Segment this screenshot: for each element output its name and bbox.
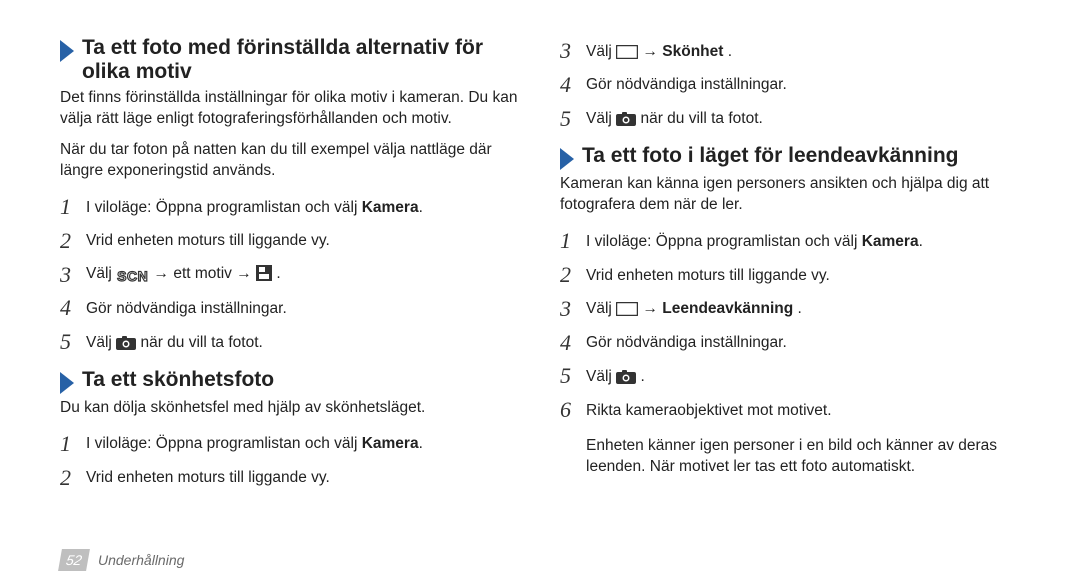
- step-text: Vrid enheten moturs till liggande vy.: [586, 265, 1020, 287]
- save-disk-icon: [256, 265, 272, 281]
- section-2-steps: 1 I viloläge: Öppna programlistan och vä…: [60, 429, 520, 494]
- camera-icon: [616, 370, 636, 384]
- step-number: 1: [560, 226, 586, 257]
- section-3-para-1: Kameran kan känna igen personers ansikte…: [560, 174, 1020, 216]
- chevron-right-icon: [60, 372, 74, 394]
- step-number: 5: [560, 361, 586, 392]
- list-item: 4 Gör nödvändiga inställningar.: [560, 70, 1020, 101]
- step-text: Välj när du vill ta fotot.: [586, 108, 1020, 130]
- step-text: Välj → Leendeavkänning .: [586, 298, 1020, 320]
- left-column: Ta ett foto med förinställda alternativ …: [60, 30, 520, 530]
- section-2-steps-continued: 3 Välj → Skönhet . 4 Gör nödvändiga inst…: [560, 36, 1020, 134]
- section-3-title: Ta ett foto i läget för leendeavkänning: [582, 144, 959, 168]
- list-item: 5 Välj när du vill ta fotot.: [60, 327, 520, 358]
- step-text: Rikta kameraobjektivet mot motivet.: [586, 400, 1020, 422]
- list-item: 4 Gör nödvändiga inställningar.: [60, 293, 520, 324]
- section-1-heading: Ta ett foto med förinställda alternativ …: [60, 36, 520, 84]
- camera-icon: [616, 112, 636, 126]
- list-item: 2 Vrid enheten moturs till liggande vy.: [60, 463, 520, 494]
- step-number: 6: [560, 395, 586, 426]
- mode-box-icon: [616, 302, 638, 316]
- list-item: 3 Välj → Leendeavkänning .: [560, 294, 1020, 325]
- step-number: 3: [560, 294, 586, 325]
- step-text: Välj SCN → ett motiv → .: [86, 263, 520, 287]
- step-text: I viloläge: Öppna programlistan och välj…: [86, 197, 520, 219]
- step-number: 3: [60, 260, 86, 291]
- section-3-heading: Ta ett foto i läget för leendeavkänning: [560, 144, 1020, 170]
- step-number: 1: [60, 192, 86, 223]
- list-item: 1 I viloläge: Öppna programlistan och vä…: [60, 429, 520, 460]
- camera-icon: [116, 336, 136, 350]
- list-item: 4 Gör nödvändiga inställningar.: [560, 328, 1020, 359]
- step-text: Välj → Skönhet .: [586, 41, 1020, 63]
- step-number: 5: [560, 104, 586, 135]
- list-item: 1 I viloläge: Öppna programlistan och vä…: [560, 226, 1020, 257]
- step-text: Vrid enheten moturs till liggande vy.: [86, 230, 520, 252]
- section-3-steps: 1 I viloläge: Öppna programlistan och vä…: [560, 226, 1020, 426]
- section-1-para-2: När du tar foton på natten kan du till e…: [60, 140, 520, 182]
- mode-box-icon: [616, 45, 638, 59]
- step-number: 3: [560, 36, 586, 67]
- step-text: Välj när du vill ta fotot.: [86, 332, 520, 354]
- step-number: 2: [60, 226, 86, 257]
- step-number: 2: [60, 463, 86, 494]
- page-footer: 52 Underhållning: [0, 540, 1080, 580]
- step-number: 4: [60, 293, 86, 324]
- step-number: 2: [560, 260, 586, 291]
- step-text: Gör nödvändiga inställningar.: [586, 74, 1020, 96]
- list-item: 3 Välj → Skönhet .: [560, 36, 1020, 67]
- step-number: 1: [60, 429, 86, 460]
- step-number: 4: [560, 70, 586, 101]
- right-column: 3 Välj → Skönhet . 4 Gör nödvändiga inst…: [560, 30, 1020, 530]
- list-item: 5 Välj .: [560, 361, 1020, 392]
- chevron-right-icon: [560, 148, 574, 170]
- section-2-title: Ta ett skönhetsfoto: [82, 368, 274, 392]
- list-item: 2 Vrid enheten moturs till liggande vy.: [560, 260, 1020, 291]
- scn-mode-icon: SCN: [116, 267, 149, 287]
- step-text: I viloläge: Öppna programlistan och välj…: [86, 433, 520, 455]
- page-content: Ta ett foto med förinställda alternativ …: [0, 0, 1080, 540]
- section-2-heading: Ta ett skönhetsfoto: [60, 368, 520, 394]
- list-item: 1 I viloläge: Öppna programlistan och vä…: [60, 192, 520, 223]
- section-1-steps: 1 I viloläge: Öppna programlistan och vä…: [60, 192, 520, 358]
- list-item: 3 Välj SCN → ett motiv → .: [60, 260, 520, 291]
- step-number: 5: [60, 327, 86, 358]
- step-text: Gör nödvändiga inställningar.: [86, 298, 520, 320]
- section-2-para-1: Du kan dölja skönhetsfel med hjälp av sk…: [60, 398, 520, 419]
- step-text: Välj .: [586, 366, 1020, 388]
- list-item: 2 Vrid enheten moturs till liggande vy.: [60, 226, 520, 257]
- section-3-para-2: Enheten känner igen personer i en bild o…: [586, 436, 1020, 478]
- step-number: 4: [560, 328, 586, 359]
- list-item: 6 Rikta kameraobjektivet mot motivet.: [560, 395, 1020, 426]
- section-1-title: Ta ett foto med förinställda alternativ …: [82, 36, 520, 84]
- step-text: Gör nödvändiga inställningar.: [586, 332, 1020, 354]
- step-text: Vrid enheten moturs till liggande vy.: [86, 467, 520, 489]
- list-item: 5 Välj när du vill ta fotot.: [560, 104, 1020, 135]
- page-number: 52: [58, 549, 90, 571]
- chevron-right-icon: [60, 40, 74, 62]
- section-1-para-1: Det finns förinställda inställningar för…: [60, 88, 520, 130]
- step-text: I viloläge: Öppna programlistan och välj…: [586, 231, 1020, 253]
- footer-section-name: Underhållning: [98, 552, 184, 568]
